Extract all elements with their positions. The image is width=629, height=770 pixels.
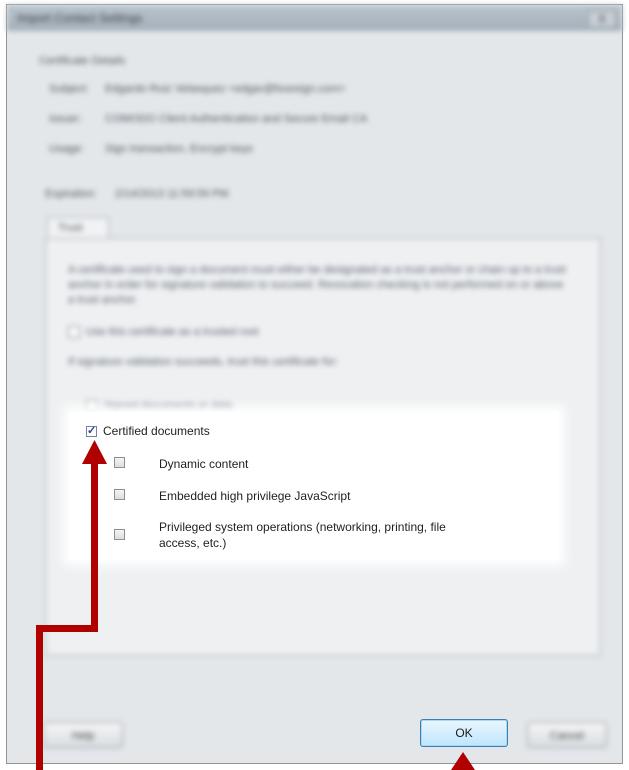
trust-options-panel: Certified documents Dynamic content Embe… [69,412,559,560]
trust-description: A certificate used to sign a document mu… [68,264,566,306]
cancel-button[interactable]: Cancel [527,722,607,748]
embedded-javascript-label: Embedded high privilege JavaScript [159,489,351,503]
usage-label: Usage: [49,143,84,155]
dynamic-content-checkbox[interactable] [114,457,125,468]
arrow-stem-vertical-right [91,462,98,632]
expiration-value: 2/14/2013 11:59:59 PM [115,188,229,200]
issuer-label: Issuer: [49,113,83,125]
subject-value: Edgardo Ruiz Velasquez <edgar@foxesign.c… [105,83,346,95]
privileged-operations-label: Privileged system operations (networking… [159,519,446,551]
embedded-javascript-checkbox[interactable] [114,489,125,500]
issuer-value: COMODO Client Authentication and Secure … [105,113,368,125]
close-icon[interactable]: X [588,10,616,28]
trusted-root-option[interactable]: Use this certificate as a trusted root [68,325,258,340]
import-contact-settings-dialog: Import Contact Settings X Certificate De… [6,4,623,764]
help-button[interactable]: Help [43,722,123,748]
arrow-head-up-icon [82,440,107,464]
ok-button[interactable]: OK [420,719,508,747]
privileged-operations-checkbox[interactable] [114,529,125,540]
certified-documents-label: Certified documents [103,424,210,438]
dialog-title: Import Contact Settings [17,11,143,25]
privileged-operations-line2: access, etc.) [159,536,227,550]
usage-value: Sign transaction, Encrypt keys [105,143,253,155]
signed-docs-checkbox[interactable] [86,400,98,413]
expiration-label: Expiration: [45,188,97,200]
certificate-details-heading: Certificate Details [39,55,126,67]
trust-for-label: If signature validation succeeds, trust … [68,356,339,368]
arrow-stem-horizontal [36,625,98,632]
trusted-root-label: Use this certificate as a trusted root [86,326,259,338]
dynamic-content-label: Dynamic content [159,457,249,471]
arrow-head-up-ok-icon [451,752,475,770]
signed-docs-label: Signed documents or data [104,400,233,412]
tab-trust[interactable]: Trust [47,217,109,239]
arrow-stem-vertical-left [36,625,43,770]
dialog-titlebar: Import Contact Settings X [7,5,622,31]
certified-documents-checkbox[interactable] [86,424,97,437]
subject-label: Subject: [49,83,89,95]
privileged-operations-line1: Privileged system operations (networking… [159,520,446,534]
trusted-root-checkbox[interactable] [68,326,80,339]
